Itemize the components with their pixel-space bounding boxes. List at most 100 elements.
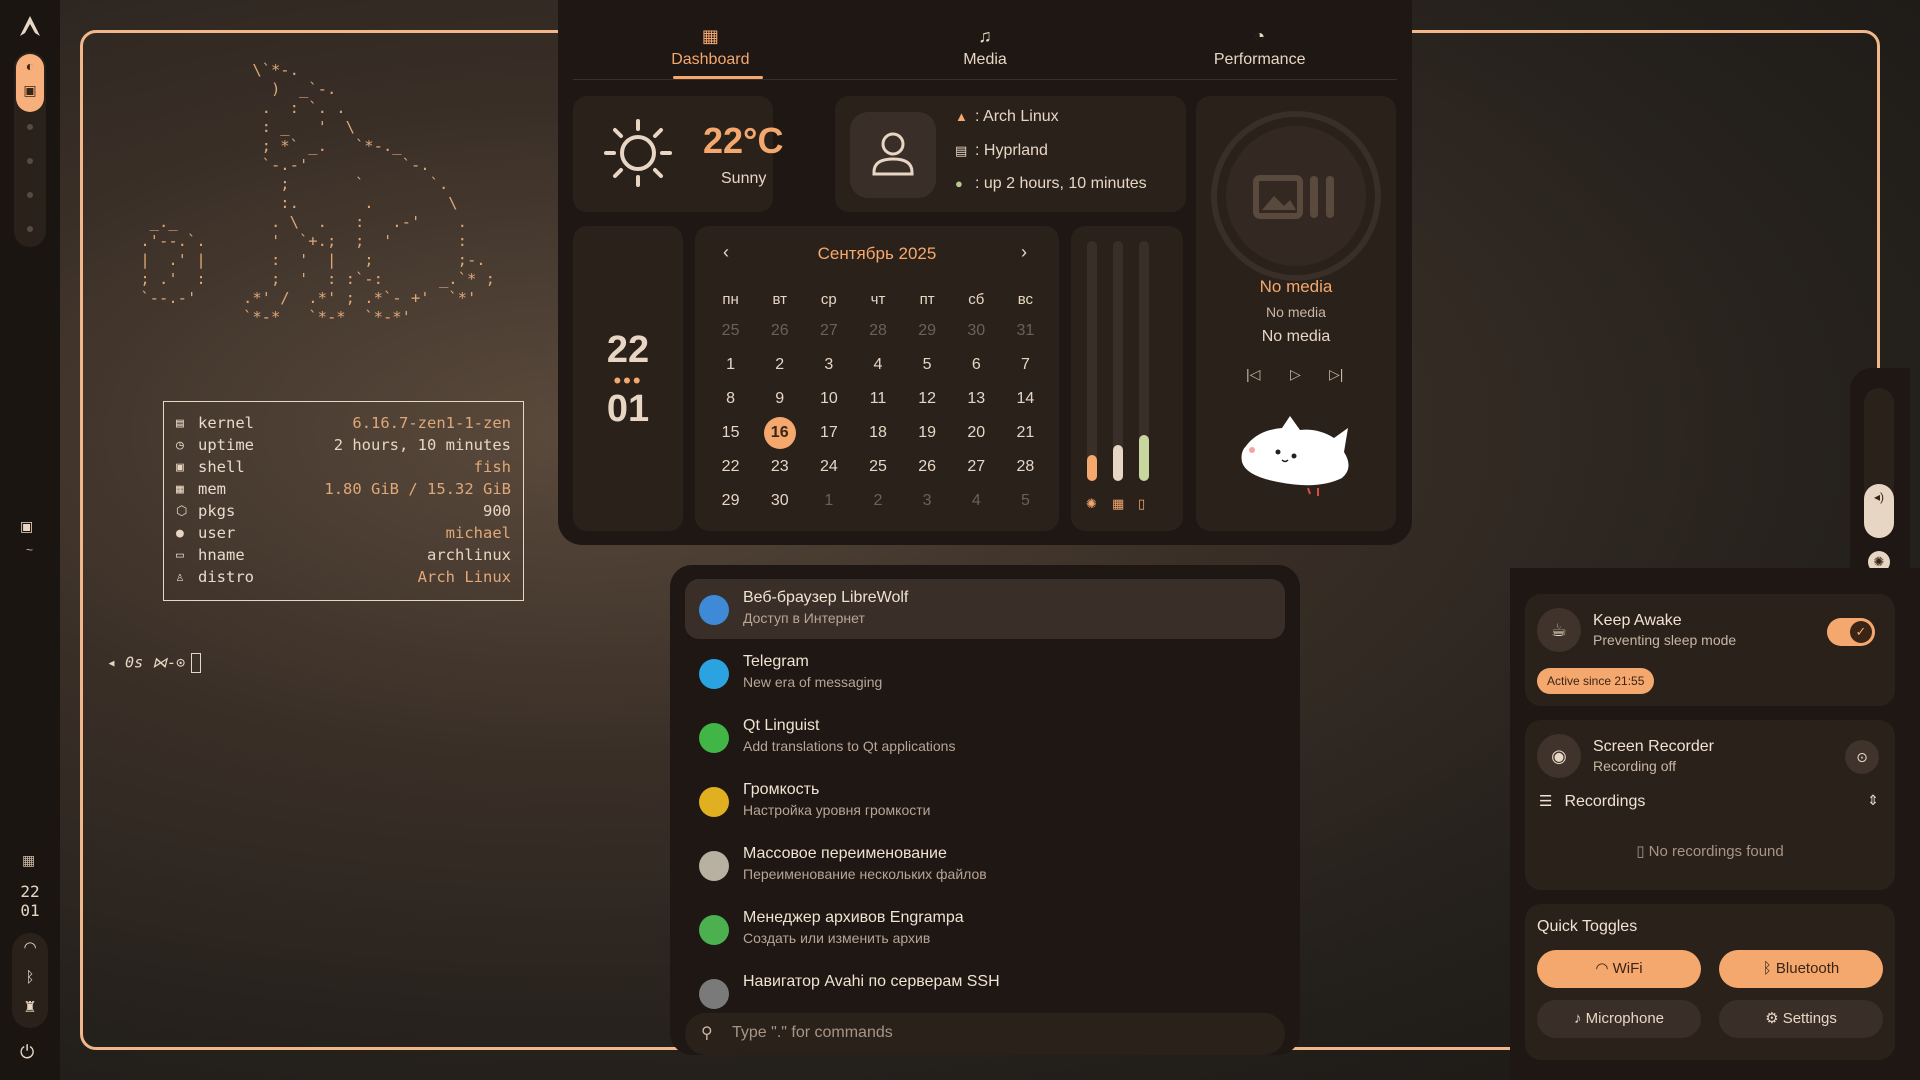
calendar-day[interactable]: 1 <box>804 484 853 518</box>
power-profile-icon[interactable]: ♜ <box>12 993 48 1023</box>
calendar-day[interactable]: 28 <box>853 314 902 348</box>
arch-logo-icon[interactable] <box>18 14 42 38</box>
settings-toggle-button[interactable]: ⚙ Settings <box>1719 1000 1883 1038</box>
calendar-day[interactable]: 19 <box>903 416 952 450</box>
calendar-day[interactable]: 20 <box>952 416 1001 450</box>
calendar-day[interactable]: 18 <box>853 416 902 450</box>
recordings-expander[interactable]: ☰ Recordings <box>1539 792 1881 811</box>
vertical-slider[interactable] <box>1087 241 1097 481</box>
calendar-day[interactable]: 8 <box>706 382 755 416</box>
calendar-day[interactable]: 12 <box>903 382 952 416</box>
vertical-slider[interactable] <box>1113 241 1123 481</box>
calendar-day[interactable]: 11 <box>853 382 902 416</box>
fetch-row: ⬡ pkgs 900 <box>176 500 511 522</box>
app-list-item[interactable]: Qt Linguist Add translations to Qt applic… <box>685 707 1285 767</box>
weekday-label: сб <box>968 290 985 308</box>
workspace-dot[interactable] <box>27 226 33 232</box>
media-artist: No media <box>1266 304 1326 320</box>
play-icon[interactable]: ▷ <box>1290 366 1301 383</box>
app-list-item[interactable]: Менеджер архивов Engrampa Создать или изм… <box>685 899 1285 959</box>
bluetooth-icon[interactable]: ᛒ <box>12 963 48 993</box>
calendar-day-number: 23 <box>770 458 789 475</box>
calendar-day[interactable]: 22 <box>706 450 755 484</box>
calendar-day[interactable]: 28 <box>1001 450 1050 484</box>
media-card: No media No media No media |◁ ▷ ▷| <box>1196 96 1396 531</box>
calendar-day[interactable]: 26 <box>755 314 804 348</box>
calendar-day[interactable]: 31 <box>1001 314 1050 348</box>
calendar-day[interactable]: 5 <box>1001 484 1050 518</box>
app-list-item[interactable]: Массовое переименование Переименование не… <box>685 835 1285 895</box>
calendar-day[interactable]: 27 <box>804 314 853 348</box>
calendar-day[interactable]: 2 <box>853 484 902 518</box>
wm-name: Hyprland <box>983 142 1048 159</box>
workspace-dot[interactable] <box>27 192 33 198</box>
shell-prompt[interactable]: ◂ 0s ⋈-⊙ <box>107 653 202 673</box>
calendar-day[interactable]: 14 <box>1001 382 1050 416</box>
expand-icon[interactable]: ⇕ <box>1867 792 1879 809</box>
calendar-day[interactable]: 27 <box>952 450 1001 484</box>
workspace-dot[interactable] <box>27 124 33 130</box>
bar-clock[interactable]: 22 01 <box>12 882 48 920</box>
calendar-day[interactable]: 9 <box>755 382 804 416</box>
calendar-day[interactable]: 15 <box>706 416 755 450</box>
calendar-day[interactable]: 3 <box>903 484 952 518</box>
calendar-next-icon[interactable]: › <box>1021 242 1027 263</box>
terminal-icon: ▣ <box>23 82 37 98</box>
workspace-dot[interactable] <box>27 158 33 164</box>
calendar-day[interactable]: 4 <box>952 484 1001 518</box>
calendar-day[interactable]: 10 <box>804 382 853 416</box>
next-track-icon[interactable]: ▷| <box>1329 366 1343 383</box>
app-list-item[interactable]: Громкость Настройка уровня громкости <box>685 771 1285 831</box>
calendar-day[interactable]: 29 <box>706 484 755 518</box>
calendar-day[interactable]: 3 <box>804 348 853 382</box>
calendar-day[interactable]: 1 <box>706 348 755 382</box>
calendar-day-today[interactable]: 16 <box>755 416 804 450</box>
calendar-day[interactable]: 5 <box>903 348 952 382</box>
bluetooth-toggle-button[interactable]: ᛒ Bluetooth <box>1719 950 1883 988</box>
power-icon[interactable]: ⏻ <box>20 1042 34 1063</box>
calendar-day-number: 9 <box>775 390 785 407</box>
calendar-day[interactable]: 6 <box>952 348 1001 382</box>
calendar-day-number: 24 <box>819 458 838 475</box>
wifi-toggle-button[interactable]: ◠ WiFi <box>1537 950 1701 988</box>
calendar-day[interactable]: 21 <box>1001 416 1050 450</box>
calendar-day[interactable]: 30 <box>952 314 1001 348</box>
vertical-slider[interactable] <box>1139 241 1149 481</box>
calendar-day[interactable]: 24 <box>804 450 853 484</box>
record-button[interactable]: ⊙ <box>1845 740 1879 774</box>
tab-dashboard[interactable]: ▦ Dashboard <box>573 0 848 79</box>
calendar-day[interactable]: 30 <box>755 484 804 518</box>
volume-slider[interactable]: ◂) <box>1864 388 1894 538</box>
microphone-toggle-button[interactable]: ♪ Microphone <box>1537 1000 1701 1038</box>
calendar-day-number: 1 <box>824 492 834 509</box>
app-name: Массовое переименование <box>743 845 947 862</box>
keep-awake-toggle[interactable]: ✓ <box>1827 618 1875 646</box>
app-list-item[interactable]: Telegram New era of messaging <box>685 643 1285 703</box>
fetch-key: hname <box>198 546 245 564</box>
calendar-day[interactable]: 7 <box>1001 348 1050 382</box>
wifi-icon[interactable]: ◠ <box>12 933 48 963</box>
tab-media[interactable]: ♫ Media <box>848 0 1123 79</box>
calendar-day[interactable]: 13 <box>952 382 1001 416</box>
terminal-icon[interactable]: ▣ <box>20 518 33 535</box>
previous-track-icon[interactable]: |◁ <box>1246 366 1260 383</box>
calendar-day[interactable]: 2 <box>755 348 804 382</box>
calendar-day[interactable]: 25 <box>706 314 755 348</box>
calendar-day[interactable]: 17 <box>804 416 853 450</box>
calendar-day[interactable]: 25 <box>853 450 902 484</box>
calendar-day[interactable]: 4 <box>853 348 902 382</box>
tab-performance[interactable]: ◔ Performance <box>1122 0 1397 79</box>
calendar-icon[interactable]: ▦ <box>22 852 35 869</box>
weather-description: Sunny <box>721 170 767 187</box>
workspace-active[interactable]: ◐ ▣ <box>16 54 44 112</box>
calendar-day[interactable]: 29 <box>903 314 952 348</box>
calendar-day-number: 1 <box>726 356 736 373</box>
calendar-day-number: 20 <box>967 424 986 441</box>
avatar[interactable] <box>850 112 936 198</box>
calendar-day[interactable]: 26 <box>903 450 952 484</box>
app-description: Создать или изменить архив <box>743 930 931 946</box>
calendar-day[interactable]: 23 <box>755 450 804 484</box>
app-list-item[interactable]: Веб-браузер LibreWolf Доступ в Интернет <box>685 579 1285 639</box>
search-input[interactable]: ⚲ Type "." for commands <box>685 1013 1285 1055</box>
media-album: No media <box>1261 328 1331 345</box>
